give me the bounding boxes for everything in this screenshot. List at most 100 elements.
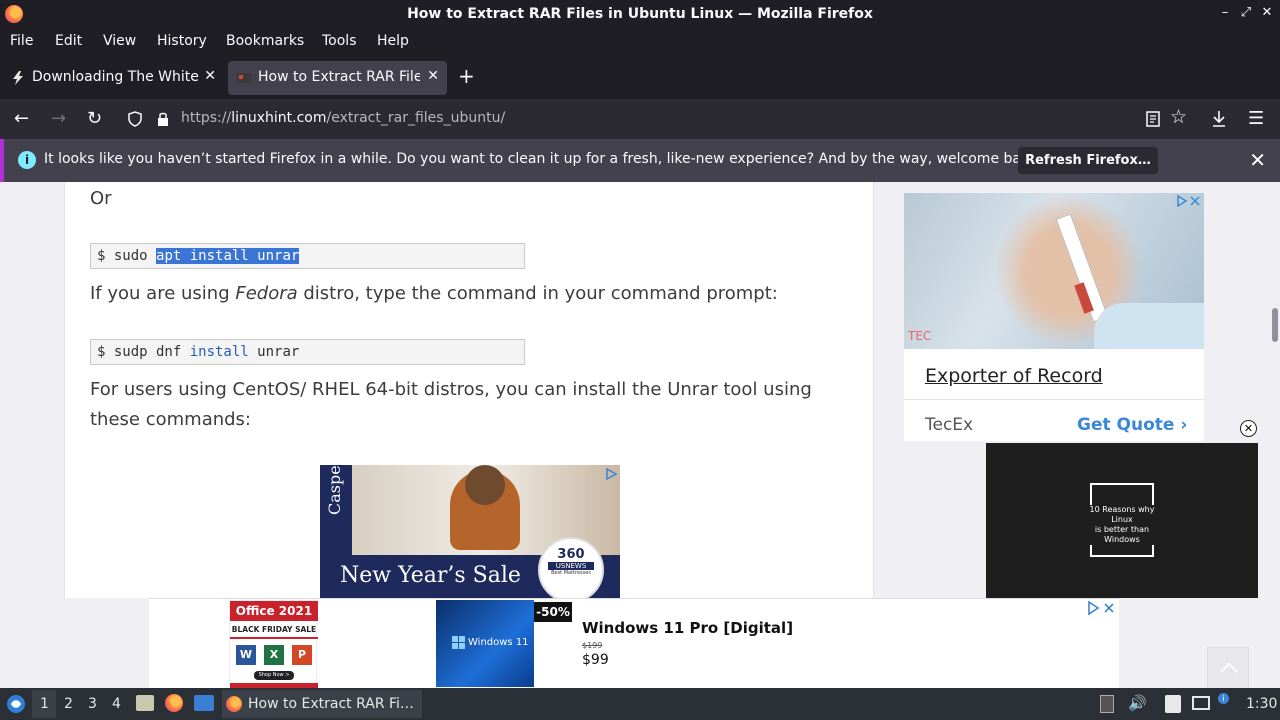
ad-advertiser: TecEx — [925, 415, 974, 435]
bottom-ad[interactable]: Office 2021 BLACK FRIDAY SALE W X P Shop… — [149, 598, 1119, 688]
menu-tools[interactable]: Tools — [322, 33, 357, 49]
paragraph-fedora: If you are using Fedora distro, type the… — [90, 283, 778, 304]
downloads-icon[interactable] — [1211, 110, 1227, 128]
file-manager-icon[interactable] — [136, 695, 154, 711]
tab-bar: Downloading The White I ✕ How to Extract… — [0, 57, 1280, 99]
lock-icon[interactable] — [156, 111, 170, 127]
window-title: How to Extract RAR Files in Ubuntu Linux… — [407, 6, 873, 22]
office-title: Office 2021 — [230, 601, 318, 621]
discount-badge: -50% — [534, 602, 572, 622]
page-content: Or $ sudo apt install unrar If you are u… — [0, 182, 1270, 598]
close-video-icon[interactable]: ✕ — [1240, 420, 1257, 437]
lightning-icon — [13, 71, 23, 85]
shop-now-button[interactable]: Shop Now > — [254, 671, 294, 680]
volume-icon[interactable]: 🔊 — [1128, 694, 1147, 712]
scrollbar-thumb[interactable] — [1272, 308, 1278, 342]
refresh-firefox-button[interactable]: Refresh Firefox… — [1018, 147, 1158, 174]
code-block-ubuntu[interactable]: $ sudo apt install unrar — [90, 243, 525, 269]
close-notification-icon[interactable]: ✕ — [1249, 148, 1266, 172]
glove — [1094, 303, 1204, 349]
network-icon[interactable] — [1192, 696, 1210, 710]
scroll-to-top-button[interactable] — [1207, 647, 1249, 689]
notification-message: It looks like you haven’t started Firefo… — [44, 151, 1043, 167]
person-head — [465, 465, 505, 505]
firefox-launcher-icon[interactable] — [165, 694, 183, 712]
word-icon: W — [236, 645, 256, 665]
office-ad[interactable]: Office 2021 BLACK FRIDAY SALE W X P Shop… — [229, 600, 318, 688]
menu-edit[interactable]: Edit — [55, 33, 82, 49]
workspace-1[interactable]: 1 — [40, 696, 49, 712]
maximize-button[interactable]: ⤢ — [1237, 5, 1255, 20]
adchoices-icon[interactable] — [1176, 195, 1202, 207]
firefox-icon — [226, 696, 242, 712]
menu-file[interactable]: File — [10, 33, 33, 49]
code-block-fedora[interactable]: $ sudp dnf install unrar — [90, 339, 525, 365]
paragraph-centos-2: these commands: — [90, 409, 251, 430]
excel-icon: X — [264, 645, 284, 665]
back-arrow-icon[interactable]: ← — [14, 108, 29, 129]
tecex-watermark: TEC — [908, 329, 932, 343]
lab-photo: TEC — [904, 193, 1204, 349]
url-text[interactable]: https://linuxhint.com/extract_rar_files_… — [181, 110, 505, 126]
title-bar: How to Extract RAR Files in Ubuntu Linux… — [0, 0, 1280, 29]
navigation-bar: ← → ↻ https://linuxhint.com/extract_rar_… — [0, 99, 1280, 139]
tab-extract-rar[interactable]: How to Extract RAR Files ✕ — [228, 61, 447, 95]
taskbar-task-firefox[interactable]: How to Extract RAR Fi… — [222, 690, 422, 718]
article-column: Or $ sudo apt install unrar If you are u… — [64, 182, 874, 598]
tab-downloading[interactable]: Downloading The White I ✕ — [2, 61, 224, 95]
shield-icon[interactable] — [128, 111, 142, 127]
adchoices-icon[interactable] — [1086, 601, 1116, 615]
ad-headline: New Year’s Sale — [340, 563, 521, 588]
linuxhint-favicon-icon — [237, 73, 251, 83]
new-tab-button[interactable]: + — [458, 64, 475, 88]
notification-bar: i It looks like you haven’t started Fire… — [0, 139, 1280, 182]
windows-logo-icon — [452, 636, 465, 649]
casper-ad[interactable]: Casper New Year’s Sale 360 USNEWS Best M… — [320, 465, 620, 598]
task-label: How to Extract RAR Fi… — [248, 696, 414, 712]
reload-icon[interactable]: ↻ — [87, 108, 102, 129]
workspace-3[interactable]: 3 — [88, 696, 97, 712]
code-keyword: install — [189, 344, 249, 360]
adchoices-icon[interactable] — [604, 467, 618, 481]
workspace-4[interactable]: 4 — [112, 696, 121, 712]
tab-label: How to Extract RAR Files — [258, 69, 420, 85]
bookmark-star-icon[interactable]: ☆ — [1170, 106, 1187, 128]
menu-view[interactable]: View — [103, 33, 136, 49]
desktop-icon[interactable] — [194, 695, 214, 711]
menu-history[interactable]: History — [157, 33, 207, 49]
chevron-up-icon — [1220, 662, 1238, 673]
close-window-button[interactable]: ✕ — [1258, 5, 1276, 20]
hamburger-menu-icon[interactable]: ☰ — [1248, 108, 1264, 129]
paragraph-or: Or — [90, 188, 112, 209]
reader-view-icon[interactable] — [1146, 111, 1160, 127]
video-player[interactable]: 10 Reasons why Linux is better than Wind… — [986, 443, 1258, 598]
workspace-2[interactable]: 2 — [64, 696, 73, 712]
menu-bar: File Edit View History Bookmarks Tools H… — [0, 29, 1280, 57]
price: $99 — [582, 652, 609, 668]
start-menu-icon[interactable] — [6, 694, 26, 714]
close-tab-icon[interactable]: ✕ — [204, 68, 216, 84]
sidebar-ad[interactable]: TEC Exporter of Record TecEx Get Quote › — [904, 193, 1204, 441]
menu-bookmarks[interactable]: Bookmarks — [226, 33, 304, 49]
clipboard-icon[interactable] — [1165, 695, 1181, 713]
url-bar[interactable]: https://linuxhint.com/extract_rar_files_… — [118, 103, 1208, 135]
vertical-scrollbar[interactable] — [1270, 182, 1280, 598]
minimize-button[interactable]: – — [1216, 5, 1234, 20]
ad-title-link[interactable]: Exporter of Record — [925, 365, 1103, 387]
code-prompt: $ sudp dnf — [97, 344, 190, 360]
updates-icon[interactable] — [1100, 695, 1114, 713]
chevron-right-icon: › — [1180, 415, 1188, 435]
powerpoint-icon: P — [292, 645, 312, 665]
paragraph-centos-1: For users using CentOS/ RHEL 64-bit dist… — [90, 379, 812, 400]
close-tab-icon[interactable]: ✕ — [427, 68, 439, 84]
usnews-badge: 360 USNEWS Best Mattresses — [538, 537, 604, 598]
get-quote-button[interactable]: Get Quote › — [1077, 415, 1187, 435]
notification-info-icon[interactable]: i — [1218, 693, 1229, 704]
clock: 1:30 — [1246, 696, 1278, 712]
windows11-image: Windows 11 — [436, 600, 534, 687]
menu-help[interactable]: Help — [377, 33, 409, 49]
forward-arrow-icon[interactable]: → — [51, 108, 66, 129]
taskbar: 1 2 3 4 How to Extract RAR Fi… 🔊 i 1:30 — [0, 688, 1280, 720]
old-price: $199 — [582, 641, 603, 650]
product-title[interactable]: Windows 11 Pro [Digital] — [582, 619, 793, 637]
